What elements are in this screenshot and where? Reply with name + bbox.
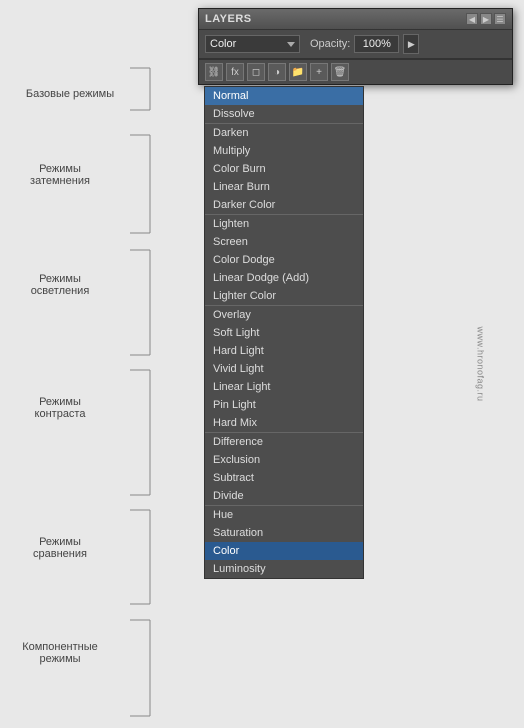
- dropdown-item-color-dodge[interactable]: Color Dodge: [205, 251, 363, 269]
- blend-mode-list[interactable]: Normal Dissolve Darken Multiply Color Bu…: [204, 86, 364, 579]
- panel-bottom-toolbar: ⛓ fx ◻ ◑ 📁 + 🗑: [199, 59, 512, 84]
- group-btn[interactable]: 📁: [289, 63, 307, 81]
- dropdown-item-hard-light[interactable]: Hard Light: [205, 342, 363, 360]
- svg-text:осветления: осветления: [31, 285, 90, 297]
- panel-menu-btn[interactable]: ☰: [494, 13, 506, 25]
- mask-btn[interactable]: ◻: [247, 63, 265, 81]
- dropdown-item-screen[interactable]: Screen: [205, 233, 363, 251]
- layer-style-btn[interactable]: fx: [226, 63, 244, 81]
- dropdown-section-component: Hue Saturation Color Luminosity: [205, 506, 363, 578]
- svg-text:режимы: режимы: [39, 653, 80, 665]
- svg-text:сравнения: сравнения: [33, 548, 87, 560]
- dropdown-item-soft-light[interactable]: Soft Light: [205, 324, 363, 342]
- dropdown-item-linear-dodge[interactable]: Linear Dodge (Add): [205, 269, 363, 287]
- panel-title: LAYERS: [205, 13, 252, 25]
- blend-mode-value: Color: [210, 38, 236, 50]
- delete-layer-btn[interactable]: 🗑: [331, 63, 349, 81]
- svg-text:Режимы: Режимы: [39, 536, 81, 548]
- dropdown-item-vivid-light[interactable]: Vivid Light: [205, 360, 363, 378]
- dropdown-section-lighten: Lighten Screen Color Dodge Linear Dodge …: [205, 215, 363, 306]
- svg-text:затемнения: затемнения: [30, 175, 90, 187]
- opacity-stepper[interactable]: ▶: [403, 34, 419, 54]
- svg-text:Компонентные: Компонентные: [22, 641, 98, 653]
- dropdown-item-hue[interactable]: Hue: [205, 506, 363, 524]
- panel-expand-btn[interactable]: ▶: [480, 13, 492, 25]
- dropdown-item-color[interactable]: Color: [205, 542, 363, 560]
- dropdown-item-difference[interactable]: Difference: [205, 433, 363, 451]
- blend-dropdown-arrow-icon: [287, 42, 295, 47]
- watermark: www.hronofag.ru: [475, 326, 485, 401]
- blend-mode-dropdown[interactable]: Color: [205, 35, 300, 53]
- svg-text:Режимы: Режимы: [39, 273, 81, 285]
- dropdown-section-difference: Difference Exclusion Subtract Divide: [205, 433, 363, 506]
- dropdown-item-pin-light[interactable]: Pin Light: [205, 396, 363, 414]
- panel-collapse-btn[interactable]: ◀: [466, 13, 478, 25]
- dropdown-item-normal[interactable]: Normal: [205, 87, 363, 105]
- panel-titlebar: LAYERS ◀ ▶ ☰: [199, 9, 512, 30]
- dropdown-item-divide[interactable]: Divide: [205, 487, 363, 505]
- dropdown-section-base: Normal Dissolve: [205, 87, 363, 124]
- brackets-svg: Базовые режимы Режимы затемнения Режимы …: [0, 0, 200, 728]
- svg-text:контраста: контраста: [35, 408, 87, 420]
- new-layer-btn[interactable]: +: [310, 63, 328, 81]
- panel-toolbar: Color Opacity: 100% ▶: [199, 30, 512, 59]
- adjustment-btn[interactable]: ◑: [268, 63, 286, 81]
- dropdown-item-exclusion[interactable]: Exclusion: [205, 451, 363, 469]
- dropdown-section-contrast: Overlay Soft Light Hard Light Vivid Ligh…: [205, 306, 363, 433]
- dropdown-item-multiply[interactable]: Multiply: [205, 142, 363, 160]
- layers-panel: LAYERS ◀ ▶ ☰ Color Opacity: 100% ▶ Norma…: [198, 8, 513, 85]
- svg-text:Базовые режимы: Базовые режимы: [26, 88, 114, 100]
- dropdown-item-darken[interactable]: Darken: [205, 124, 363, 142]
- dropdown-item-lighten[interactable]: Lighten: [205, 215, 363, 233]
- dropdown-item-linear-light[interactable]: Linear Light: [205, 378, 363, 396]
- opacity-input[interactable]: 100%: [354, 35, 399, 53]
- dropdown-item-darker-color[interactable]: Darker Color: [205, 196, 363, 214]
- dropdown-item-lighter-color[interactable]: Lighter Color: [205, 287, 363, 305]
- svg-text:Режимы: Режимы: [39, 163, 81, 175]
- dropdown-item-luminosity[interactable]: Luminosity: [205, 560, 363, 578]
- dropdown-item-hard-mix[interactable]: Hard Mix: [205, 414, 363, 432]
- dropdown-section-darken: Darken Multiply Color Burn Linear Burn D…: [205, 124, 363, 215]
- dropdown-item-overlay[interactable]: Overlay: [205, 306, 363, 324]
- opacity-label: Opacity:: [310, 38, 350, 50]
- link-layers-btn[interactable]: ⛓: [205, 63, 223, 81]
- svg-text:Режимы: Режимы: [39, 396, 81, 408]
- dropdown-item-dissolve[interactable]: Dissolve: [205, 105, 363, 123]
- panel-controls: ◀ ▶ ☰: [466, 13, 506, 25]
- dropdown-item-subtract[interactable]: Subtract: [205, 469, 363, 487]
- dropdown-item-color-burn[interactable]: Color Burn: [205, 160, 363, 178]
- dropdown-item-linear-burn[interactable]: Linear Burn: [205, 178, 363, 196]
- dropdown-item-saturation[interactable]: Saturation: [205, 524, 363, 542]
